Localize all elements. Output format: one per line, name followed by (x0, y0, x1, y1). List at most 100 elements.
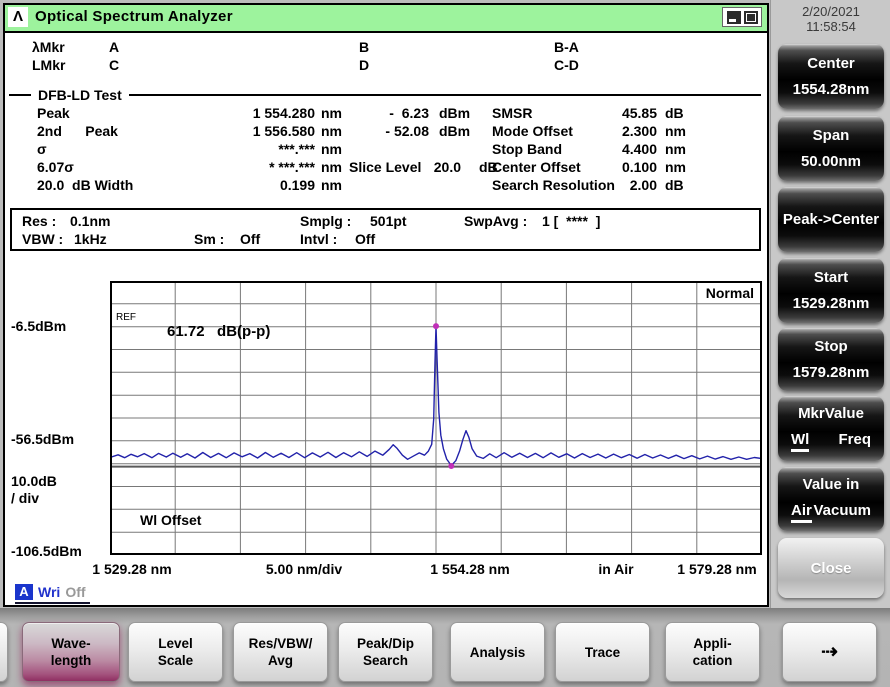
marker-b-a: B-A (554, 39, 579, 55)
smoothing-value: Off (240, 231, 260, 247)
window-title: Optical Spectrum Analyzer (35, 5, 233, 29)
center-wavelength-button[interactable]: Center 1554.28nm (778, 44, 884, 109)
offscreen-button-edge (0, 622, 8, 682)
window-controls (722, 7, 762, 27)
second-peak-power-unit: dBm (439, 123, 470, 139)
analysis-section-divider: DFB-LD Test (9, 87, 761, 103)
vbw-label: VBW : (22, 231, 63, 247)
measurement-row-sigma: σ ***.*** nm Stop Band 4.400 nm (5, 141, 767, 159)
softkey-sidebar: 2/20/2021 11:58:54 Center 1554.28nm Span… (770, 0, 890, 608)
search-resolution-unit: dB (665, 177, 684, 193)
level-marker-row: LMkr C D C-D (5, 57, 767, 75)
marker-value-wavelength-option[interactable]: Wl (791, 431, 809, 452)
value-in-vacuum-option[interactable]: Vacuum (813, 502, 871, 523)
interval-label: Intvl : (300, 231, 337, 247)
x-axis-medium-label: in Air (585, 561, 647, 577)
wavelength-marker-row: λMkr A B B-A (5, 39, 767, 57)
slice-level-label: Slice Level (349, 159, 421, 175)
close-button[interactable]: Close (778, 538, 884, 598)
vbw-value: 1kHz (74, 231, 107, 247)
peak-wavelength: 1 554.280 (175, 105, 315, 121)
title-bar: Λ Optical Spectrum Analyzer (5, 5, 767, 33)
smsr-label: SMSR (492, 105, 532, 121)
level-marker-label: LMkr (32, 57, 65, 73)
trace-write-mode: Wri (38, 584, 60, 600)
peak-wavelength-unit: nm (321, 105, 342, 121)
six-sigma-unit: nm (321, 159, 342, 175)
res-label: Res : (22, 213, 56, 229)
osa-main-window: Λ Optical Spectrum Analyzer λMkr A B B-A… (3, 3, 769, 607)
y-axis-mid-level: -56.5dBm (11, 431, 74, 447)
app-logo-icon: Λ (8, 7, 28, 27)
x-axis-labels: 1 529.28 nm 5.00 nm/div 1 554.28 nm in A… (5, 561, 767, 578)
x-axis-scale-per-div: 5.00 nm/div (245, 561, 363, 577)
arrow-right-icon: ⇢ (821, 644, 838, 661)
measurement-row-db-width: 20.0 dB Width 0.199 nm Search Resolution… (5, 177, 767, 195)
analysis-section-title: DFB-LD Test (31, 87, 129, 103)
measurement-row-peak: Peak 1 554.280 nm - 6.23 dBm SMSR 45.85 … (5, 105, 767, 123)
minimize-icon[interactable] (727, 11, 741, 24)
second-peak-wavelength: 1 556.580 (175, 123, 315, 139)
marker-c-d: C-D (554, 57, 579, 73)
stop-wavelength-button[interactable]: Stop 1579.28nm (778, 328, 884, 391)
value-in-medium-toggle-button[interactable]: Value in Air Vacuum (778, 467, 884, 531)
value-in-air-option[interactable]: Air (791, 502, 812, 523)
stop-band-unit: nm (665, 141, 686, 157)
measurement-row-2nd-peak: 2nd Peak 1 556.580 nm - 52.08 dBm Mode O… (5, 123, 767, 141)
more-menus-arrow-button[interactable]: ⇢ (782, 622, 877, 682)
sweep-settings-box: Res : 0.1nm Smplg : 501pt SwpAvg : 1 [ *… (10, 208, 761, 251)
db-width-value: 0.199 (175, 177, 315, 193)
second-peak-label: 2nd Peak (37, 123, 118, 139)
peak-label: Peak (37, 105, 70, 121)
sigma-label: σ (37, 141, 47, 157)
trace-status: Off (65, 584, 85, 600)
slice-level-value: 20.0 (413, 159, 461, 175)
peak-to-center-button[interactable]: Peak->Center (778, 187, 884, 252)
y-axis-ref-level: -6.5dBm (11, 318, 66, 334)
res-value: 0.1nm (70, 213, 110, 229)
peak-power-unit: dBm (439, 105, 470, 121)
level-scale-menu-button[interactable]: Level Scale (128, 622, 223, 682)
search-resolution-value: 2.00 (545, 177, 657, 193)
marker-d: D (359, 57, 369, 73)
sigma-unit: nm (321, 141, 342, 157)
wavelength-menu-button[interactable]: Wave- length (22, 622, 120, 682)
marker-value-frequency-option[interactable]: Freq (838, 431, 871, 452)
date-text: 2/20/2021 (781, 4, 881, 19)
sigma-value: ***.*** (175, 141, 315, 157)
application-menu-button[interactable]: Appli- cation (665, 622, 760, 682)
analysis-menu-button[interactable]: Analysis (450, 622, 545, 682)
marker-a: A (109, 39, 119, 55)
maximize-icon[interactable] (744, 11, 758, 24)
y-axis-bottom-level: -106.5dBm (11, 543, 82, 559)
six-sigma-value: * ***.*** (175, 159, 315, 175)
x-axis-center-wavelength: 1 554.28 nm (411, 561, 529, 577)
second-peak-wavelength-unit: nm (321, 123, 342, 139)
trace-menu-button[interactable]: Trace (555, 622, 650, 682)
interval-value: Off (355, 231, 375, 247)
six-sigma-label: 6.07σ (37, 159, 74, 175)
second-peak-power: - 52.08 (347, 123, 429, 139)
sampling-value: 501pt (370, 213, 407, 229)
active-trace-indicator[interactable]: A Wri Off (15, 584, 90, 604)
center-offset-unit: nm (665, 159, 686, 175)
start-wavelength-button[interactable]: Start 1529.28nm (778, 258, 884, 323)
ref-tag: REF (116, 312, 136, 323)
peak-dip-search-menu-button[interactable]: Peak/Dip Search (338, 622, 433, 682)
sweep-avg-label: SwpAvg : (464, 213, 527, 229)
res-vbw-avg-menu-button[interactable]: Res/VBW/ Avg (233, 622, 328, 682)
y-axis-scale: 10.0dB (11, 473, 57, 489)
span-button[interactable]: Span 50.00nm (778, 116, 884, 181)
datetime-display: 2/20/2021 11:58:54 (781, 4, 881, 34)
marker-value-toggle-button[interactable]: MkrValue Wl Freq (778, 396, 884, 461)
peak-power: - 6.23 (347, 105, 429, 121)
smoothing-label: Sm : (194, 231, 224, 247)
trace-letter-badge: A (15, 584, 33, 600)
sampling-label: Smplg : (300, 213, 351, 229)
sweep-avg-value: 1 [ **** ] (542, 213, 600, 229)
y-axis-scale-per-div: / div (11, 490, 39, 506)
lambda-marker-label: λMkr (32, 39, 65, 55)
mode-offset-value: 2.300 (545, 123, 657, 139)
smsr-value: 45.85 (545, 105, 657, 121)
trace-mode-label: Normal (706, 285, 754, 301)
